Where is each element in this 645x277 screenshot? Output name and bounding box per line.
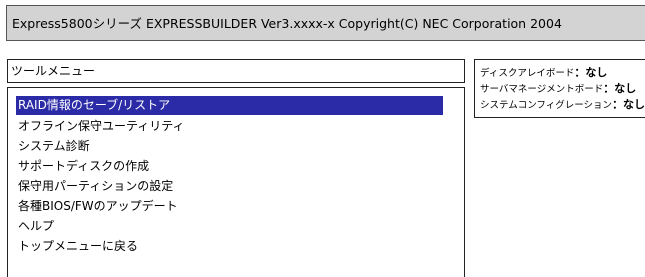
menu-item-offline-maintenance[interactable]: オフライン保守ユーティリティ [16, 117, 185, 136]
info-value: ：なし [612, 98, 645, 111]
title-text: Express5800シリーズ EXPRESSBUILDER Ver3.xxxx… [12, 16, 562, 31]
info-value: ：なし [574, 66, 608, 79]
menu-item-system-diagnostics[interactable]: システム診断 [16, 137, 90, 156]
menu-item-maintenance-partition[interactable]: 保守用パーティションの設定 [16, 177, 173, 196]
menu-item-return-top-menu[interactable]: トップメニューに戻る [16, 237, 138, 256]
menu-item-raid-save-restore[interactable]: RAID情報のセーブ/リストア [16, 96, 443, 115]
menu-item-help[interactable]: ヘルプ [16, 217, 54, 236]
title-bar: Express5800シリーズ EXPRESSBUILDER Ver3.xxxx… [6, 5, 645, 41]
hardware-info-panel: ディスクアレイボード：なし サーバマネージメントボード：なし システムコンフィグ… [474, 59, 645, 118]
menu-header: ツールメニュー [7, 59, 465, 83]
info-label: サーバマネージメントボード [480, 84, 604, 95]
tool-menu-list: RAID情報のセーブ/リストア オフライン保守ユーティリティ システム診断 サポ… [7, 87, 465, 277]
menu-item-create-support-disk[interactable]: サポートディスクの作成 [16, 157, 149, 176]
info-row-system-config: システムコンフィグレーション：なし [480, 98, 645, 113]
info-value: ：なし [603, 82, 637, 95]
info-row-server-management: サーバマネージメントボード：なし [480, 82, 636, 97]
info-label: ディスクアレイボード [480, 68, 575, 79]
info-label: システムコンフィグレーション [480, 100, 613, 111]
info-row-disk-array: ディスクアレイボード：なし [480, 66, 607, 81]
menu-item-bios-fw-update[interactable]: 各種BIOS/FWのアップデート [16, 197, 178, 216]
menu-header-label: ツールメニュー [11, 64, 96, 78]
